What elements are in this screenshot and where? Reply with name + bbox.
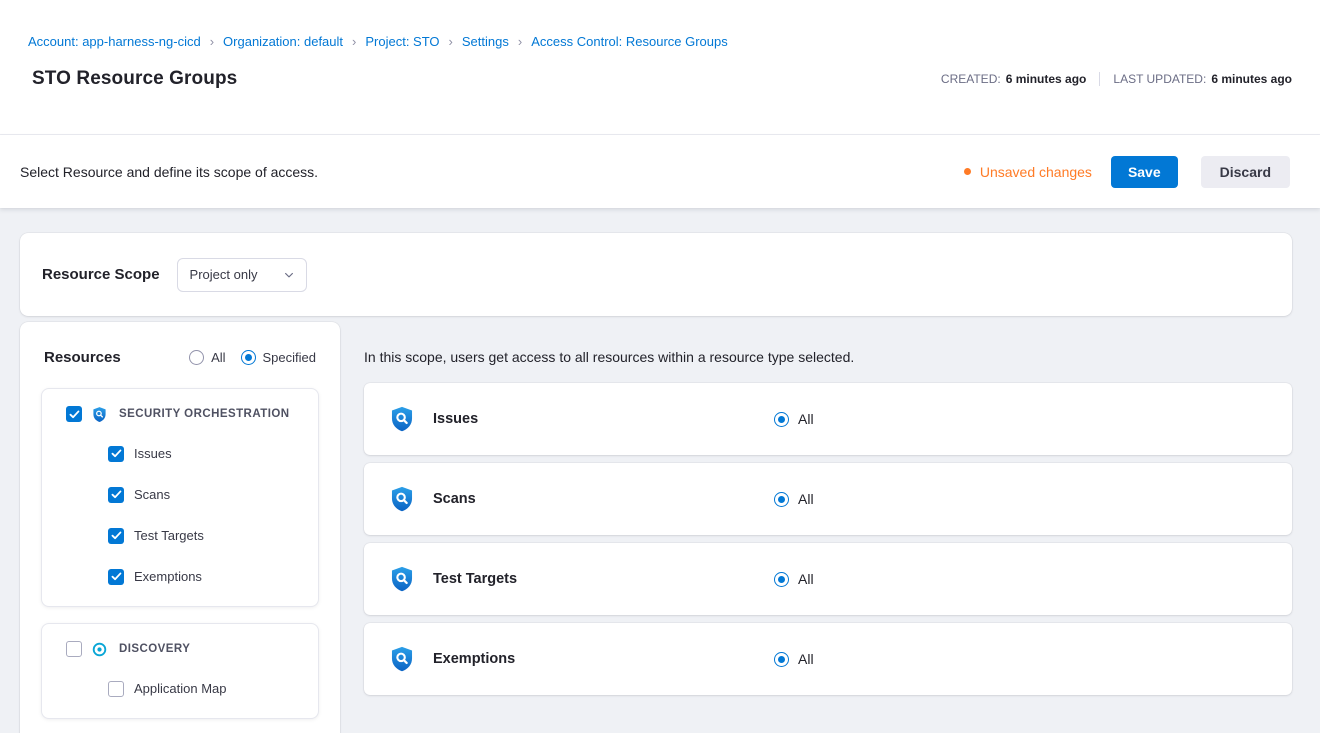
group-label: DISCOVERY [119,643,190,655]
radio-selected-icon[interactable] [774,492,789,507]
created-label: CREATED: [941,72,1001,86]
access-radio-all[interactable]: All [774,491,814,507]
access-radio-all[interactable]: All [774,411,814,427]
resource-row-label: Scans [433,491,476,507]
resource-group-discovery: DISCOVERY Application Map [41,623,319,719]
chevron-right-icon: › [210,34,214,49]
resource-item-label: Exemptions [134,569,202,584]
radio-all-icon[interactable] [189,350,204,365]
resource-scope-value: Project only [190,267,258,282]
breadcrumb-resource-groups[interactable]: Access Control: Resource Groups [531,34,728,49]
sto-shield-icon [388,645,416,673]
scope-detail-column: In this scope, users get access to all r… [364,322,1292,703]
access-radio-all[interactable]: All [774,571,814,587]
resource-item-label: Issues [134,446,172,461]
radio-specified-icon[interactable] [241,350,256,365]
group-header-security-orchestration[interactable]: SECURITY ORCHESTRATION [42,403,318,425]
breadcrumb-project[interactable]: Project: STO [365,34,439,49]
resources-panel: Resources All Specified [20,322,340,733]
breadcrumb-settings[interactable]: Settings [462,34,509,49]
resource-item-issues[interactable]: Issues [42,433,318,474]
resource-row-exemptions: Exemptions All [364,623,1292,695]
resource-scope-card: Resource Scope Project only [20,233,1292,316]
resource-item-label: Application Map [134,681,227,696]
main-content: Resource Scope Project only Resources Al… [0,208,1320,733]
resource-item-application-map[interactable]: Application Map [42,668,318,709]
breadcrumb: Account: app-harness-ng-cicd › Organizat… [28,34,1292,49]
breadcrumb-organization[interactable]: Organization: default [223,34,343,49]
sto-shield-icon [388,405,416,433]
resources-title: Resources [44,349,121,366]
last-updated-label: LAST UPDATED: [1113,72,1206,86]
radio-all-label: All [211,350,225,365]
access-label: All [798,411,814,427]
breadcrumb-account[interactable]: Account: app-harness-ng-cicd [28,34,201,49]
radio-selected-icon[interactable] [774,652,789,667]
action-toolbar: Select Resource and define its scope of … [0,135,1320,208]
chevron-down-icon [271,269,295,281]
created-value: 6 minutes ago [1006,72,1087,86]
radio-all[interactable]: All [189,350,225,365]
resource-scope-dropdown[interactable]: Project only [177,258,307,292]
resource-item-scans[interactable]: Scans [42,474,318,515]
save-button[interactable]: Save [1111,156,1178,188]
resource-row-issues: Issues All [364,383,1292,455]
resource-row-label: Test Targets [433,571,517,587]
page-header: Account: app-harness-ng-cicd › Organizat… [0,0,1320,135]
resource-item-label: Scans [134,487,170,502]
resource-row-test-targets: Test Targets All [364,543,1292,615]
checkbox-application-map[interactable] [108,681,124,697]
unsaved-changes-dot-icon [964,168,971,175]
discovery-icon [91,641,108,658]
resource-row-scans: Scans All [364,463,1292,535]
last-updated-value: 6 minutes ago [1211,72,1292,86]
resource-row-label: Issues [433,411,478,427]
meta-info: CREATED: 6 minutes ago LAST UPDATED: 6 m… [941,72,1292,86]
scope-info-text: In this scope, users get access to all r… [364,349,1292,365]
resource-item-test-targets[interactable]: Test Targets [42,515,318,556]
meta-divider [1099,72,1100,86]
checkbox-security-orchestration[interactable] [66,406,82,422]
group-label: SECURITY ORCHESTRATION [119,408,290,420]
access-label: All [798,651,814,667]
resource-scope-label: Resource Scope [42,266,160,283]
resource-group-security-orchestration: SECURITY ORCHESTRATION Issues Scans [41,388,319,607]
radio-specified-label: Specified [263,350,316,365]
sto-shield-icon [388,565,416,593]
resource-row-label: Exemptions [433,651,515,667]
checkbox-issues[interactable] [108,446,124,462]
radio-specified[interactable]: Specified [241,350,316,365]
chevron-right-icon: › [518,34,522,49]
group-header-discovery[interactable]: DISCOVERY [42,638,318,660]
discard-button[interactable]: Discard [1201,156,1290,188]
sto-shield-icon [91,406,108,423]
checkbox-scans[interactable] [108,487,124,503]
unsaved-changes-label: Unsaved changes [980,164,1092,180]
access-radio-all[interactable]: All [774,651,814,667]
sto-shield-icon [388,485,416,513]
checkbox-exemptions[interactable] [108,569,124,585]
page-title: STO Resource Groups [28,68,237,90]
resource-item-exemptions[interactable]: Exemptions [42,556,318,597]
checkbox-discovery[interactable] [66,641,82,657]
access-label: All [798,491,814,507]
checkbox-test-targets[interactable] [108,528,124,544]
chevron-right-icon: › [352,34,356,49]
resources-filter-radio-group: All Specified [189,350,316,365]
radio-selected-icon[interactable] [774,572,789,587]
chevron-right-icon: › [449,34,453,49]
toolbar-description: Select Resource and define its scope of … [20,164,318,180]
radio-selected-icon[interactable] [774,412,789,427]
access-label: All [798,571,814,587]
resource-item-label: Test Targets [134,528,204,543]
